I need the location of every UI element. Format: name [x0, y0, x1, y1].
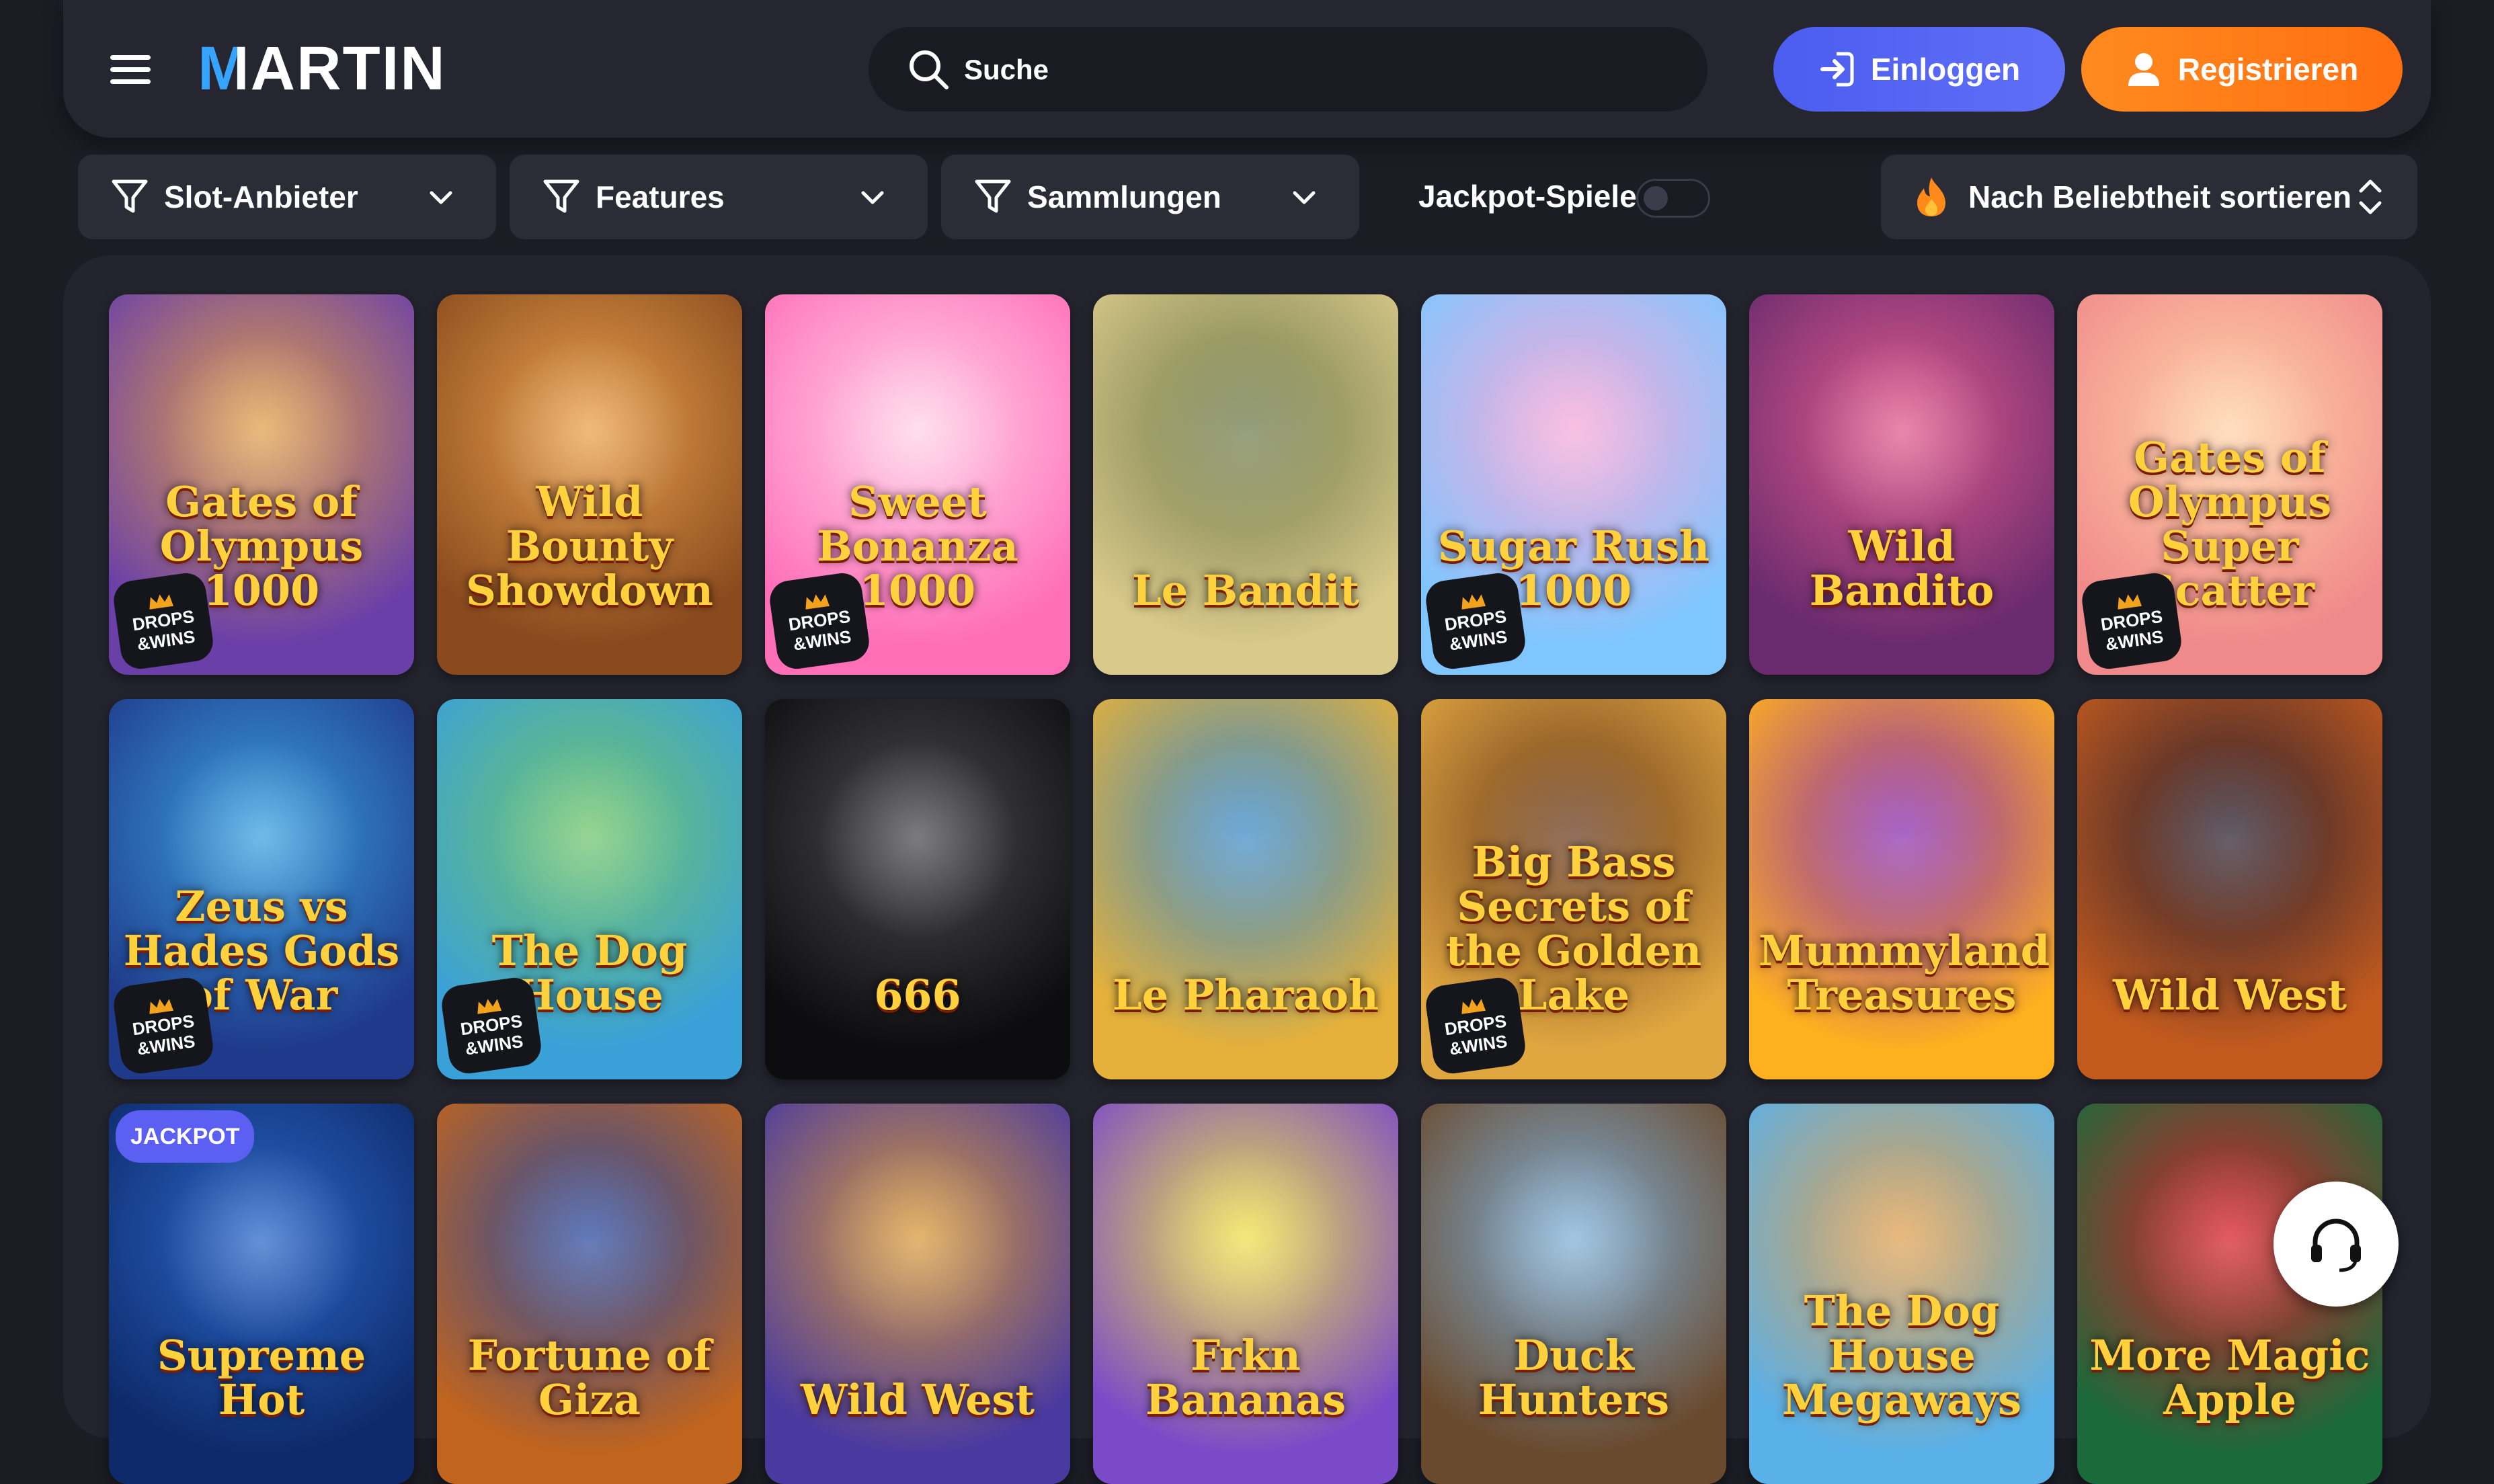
- game-title: Supreme Hot: [157, 1331, 366, 1424]
- game-tile[interactable]: Gates of Olympus 1000 DROPS &WINS: [109, 294, 414, 675]
- jackpot-badge: JACKPOT: [116, 1110, 255, 1163]
- flame-icon: [1917, 177, 1945, 216]
- jackpot-games-label: Jackpot-Spiele: [1418, 179, 1637, 214]
- game-title: Wild West: [2112, 971, 2347, 1020]
- crown-icon: [805, 594, 830, 610]
- game-artwork: [489, 739, 690, 941]
- game-artwork: [1473, 335, 1675, 536]
- game-tile[interactable]: The Dog House Megaways: [1749, 1104, 2054, 1484]
- game-tile[interactable]: Wild Bounty Showdown: [437, 294, 742, 675]
- hamburger-menu-icon[interactable]: [110, 55, 151, 85]
- sort-label: Nach Beliebtheit sortieren: [1968, 179, 2352, 214]
- game-title: More Magic Apple: [2089, 1331, 2370, 1424]
- game-tile[interactable]: Frkn Bananas: [1093, 1104, 1398, 1484]
- drops-wins-badge: DROPS &WINS: [1423, 571, 1528, 671]
- game-artwork: [1145, 1144, 1346, 1346]
- drops-wins-badge: DROPS &WINS: [111, 571, 216, 671]
- game-tile[interactable]: Mummyland Treasures: [1749, 699, 2054, 1079]
- funnel-icon: [975, 179, 1011, 213]
- crown-icon: [1461, 999, 1486, 1014]
- game-artwork: [1801, 739, 2003, 941]
- chevron-down-icon: [430, 191, 452, 204]
- game-artwork: [1145, 739, 1346, 941]
- game-tile[interactable]: Le Bandit: [1093, 294, 1398, 675]
- game-title: Duck Hunters: [1478, 1331, 1670, 1424]
- game-tile[interactable]: The Dog House DROPS &WINS: [437, 699, 742, 1079]
- game-artwork: [817, 739, 1018, 941]
- game-title: The Dog House Megaways: [1781, 1286, 2022, 1424]
- game-artwork: [1473, 1144, 1675, 1346]
- game-title: Wild Bandito: [1809, 522, 1995, 615]
- game-title: 666: [874, 971, 961, 1020]
- filter-bar: Slot-Anbieter Features Sammlungen Jackpo…: [63, 148, 2431, 245]
- drops-wins-badge: DROPS &WINS: [439, 975, 544, 1076]
- game-tile[interactable]: Supreme Hot JACKPOT: [109, 1104, 414, 1484]
- drops-wins-badge: DROPS &WINS: [1423, 975, 1528, 1076]
- toggle-knob: [1644, 186, 1668, 210]
- game-tile[interactable]: Fortune of Giza: [437, 1104, 742, 1484]
- drops-wins-badge: DROPS &WINS: [111, 975, 216, 1076]
- funnel-icon: [543, 179, 579, 213]
- game-artwork: [161, 1144, 362, 1346]
- register-button[interactable]: Registrieren: [2081, 27, 2403, 112]
- headset-icon: [2311, 1219, 2361, 1272]
- game-tile[interactable]: Big Bass Secrets of the Golden Lake DROPS…: [1421, 699, 1726, 1079]
- search-icon: [910, 50, 949, 89]
- drops-wins-badge: DROPS &WINS: [767, 571, 872, 671]
- game-tile[interactable]: Zeus vs Hades Gods of War DROPS &WINS: [109, 699, 414, 1079]
- game-tile[interactable]: Le Pharaoh: [1093, 699, 1398, 1079]
- game-artwork: [2129, 739, 2331, 941]
- crown-icon: [149, 594, 174, 610]
- chevron-down-icon: [1293, 191, 1316, 204]
- game-tile[interactable]: Wild Bandito: [1749, 294, 2054, 675]
- game-tile[interactable]: Sugar Rush 1000 DROPS &WINS: [1421, 294, 1726, 675]
- chevron-down-icon: [861, 191, 884, 204]
- drops-wins-badge: DROPS &WINS: [2079, 571, 2184, 671]
- game-title: Frkn Bananas: [1145, 1331, 1346, 1424]
- crown-icon: [1461, 594, 1486, 610]
- login-label: Einloggen: [1870, 52, 2021, 87]
- top-header: MARTIN Einloggen Registrieren: [63, 0, 2431, 138]
- register-label: Registrieren: [2177, 52, 2359, 87]
- game-title: Mummyland Treasures: [1759, 926, 2050, 1020]
- game-title: Fortune of Giza: [467, 1331, 712, 1424]
- login-arrow-icon: [1820, 52, 1854, 87]
- sort-updown-icon: [2359, 179, 2382, 214]
- game-tile[interactable]: Wild West: [765, 1104, 1070, 1484]
- game-tile[interactable]: 666: [765, 699, 1070, 1079]
- game-artwork: [1145, 335, 1346, 536]
- login-button[interactable]: Einloggen: [1773, 27, 2065, 112]
- game-tile[interactable]: Gates of Olympus Super Scatter DROPS &WINS: [2077, 294, 2382, 675]
- logo-text: MARTIN: [198, 34, 446, 103]
- user-icon: [2128, 53, 2159, 86]
- game-title: Wild West: [800, 1375, 1035, 1424]
- martin-logo[interactable]: MARTIN: [198, 35, 446, 102]
- features-filter-dropdown[interactable]: Features: [510, 155, 928, 239]
- crown-icon: [149, 999, 174, 1014]
- crown-icon: [2118, 594, 2142, 610]
- game-artwork: [817, 1144, 1018, 1346]
- support-chat-button[interactable]: [2274, 1182, 2399, 1307]
- game-tile[interactable]: Wild West: [2077, 699, 2382, 1079]
- crown-icon: [477, 999, 502, 1014]
- game-tile[interactable]: Sweet Bonanza 1000 DROPS &WINS: [765, 294, 1070, 675]
- collections-filter-dropdown[interactable]: Sammlungen: [941, 155, 1359, 239]
- sort-dropdown[interactable]: Nach Beliebtheit sortieren: [1881, 155, 2417, 239]
- provider-filter-label: Slot-Anbieter: [164, 179, 358, 214]
- game-title: Le Pharaoh: [1113, 971, 1379, 1020]
- search-input[interactable]: [963, 46, 1678, 94]
- funnel-icon: [112, 179, 148, 213]
- game-title: Le Bandit: [1132, 566, 1359, 615]
- game-tile[interactable]: Duck Hunters: [1421, 1104, 1726, 1484]
- provider-filter-dropdown[interactable]: Slot-Anbieter: [78, 155, 496, 239]
- search-bar[interactable]: [869, 27, 1707, 112]
- game-artwork: [1801, 335, 2003, 536]
- jackpot-games-toggle[interactable]: [1636, 179, 1710, 218]
- features-filter-label: Features: [596, 179, 725, 214]
- collections-filter-label: Sammlungen: [1027, 179, 1221, 214]
- games-panel: Gates of Olympus 1000 DROPS &WINS Wild Boun…: [63, 255, 2431, 1484]
- game-artwork: [489, 1144, 690, 1346]
- game-title: Wild Bounty Showdown: [466, 477, 713, 615]
